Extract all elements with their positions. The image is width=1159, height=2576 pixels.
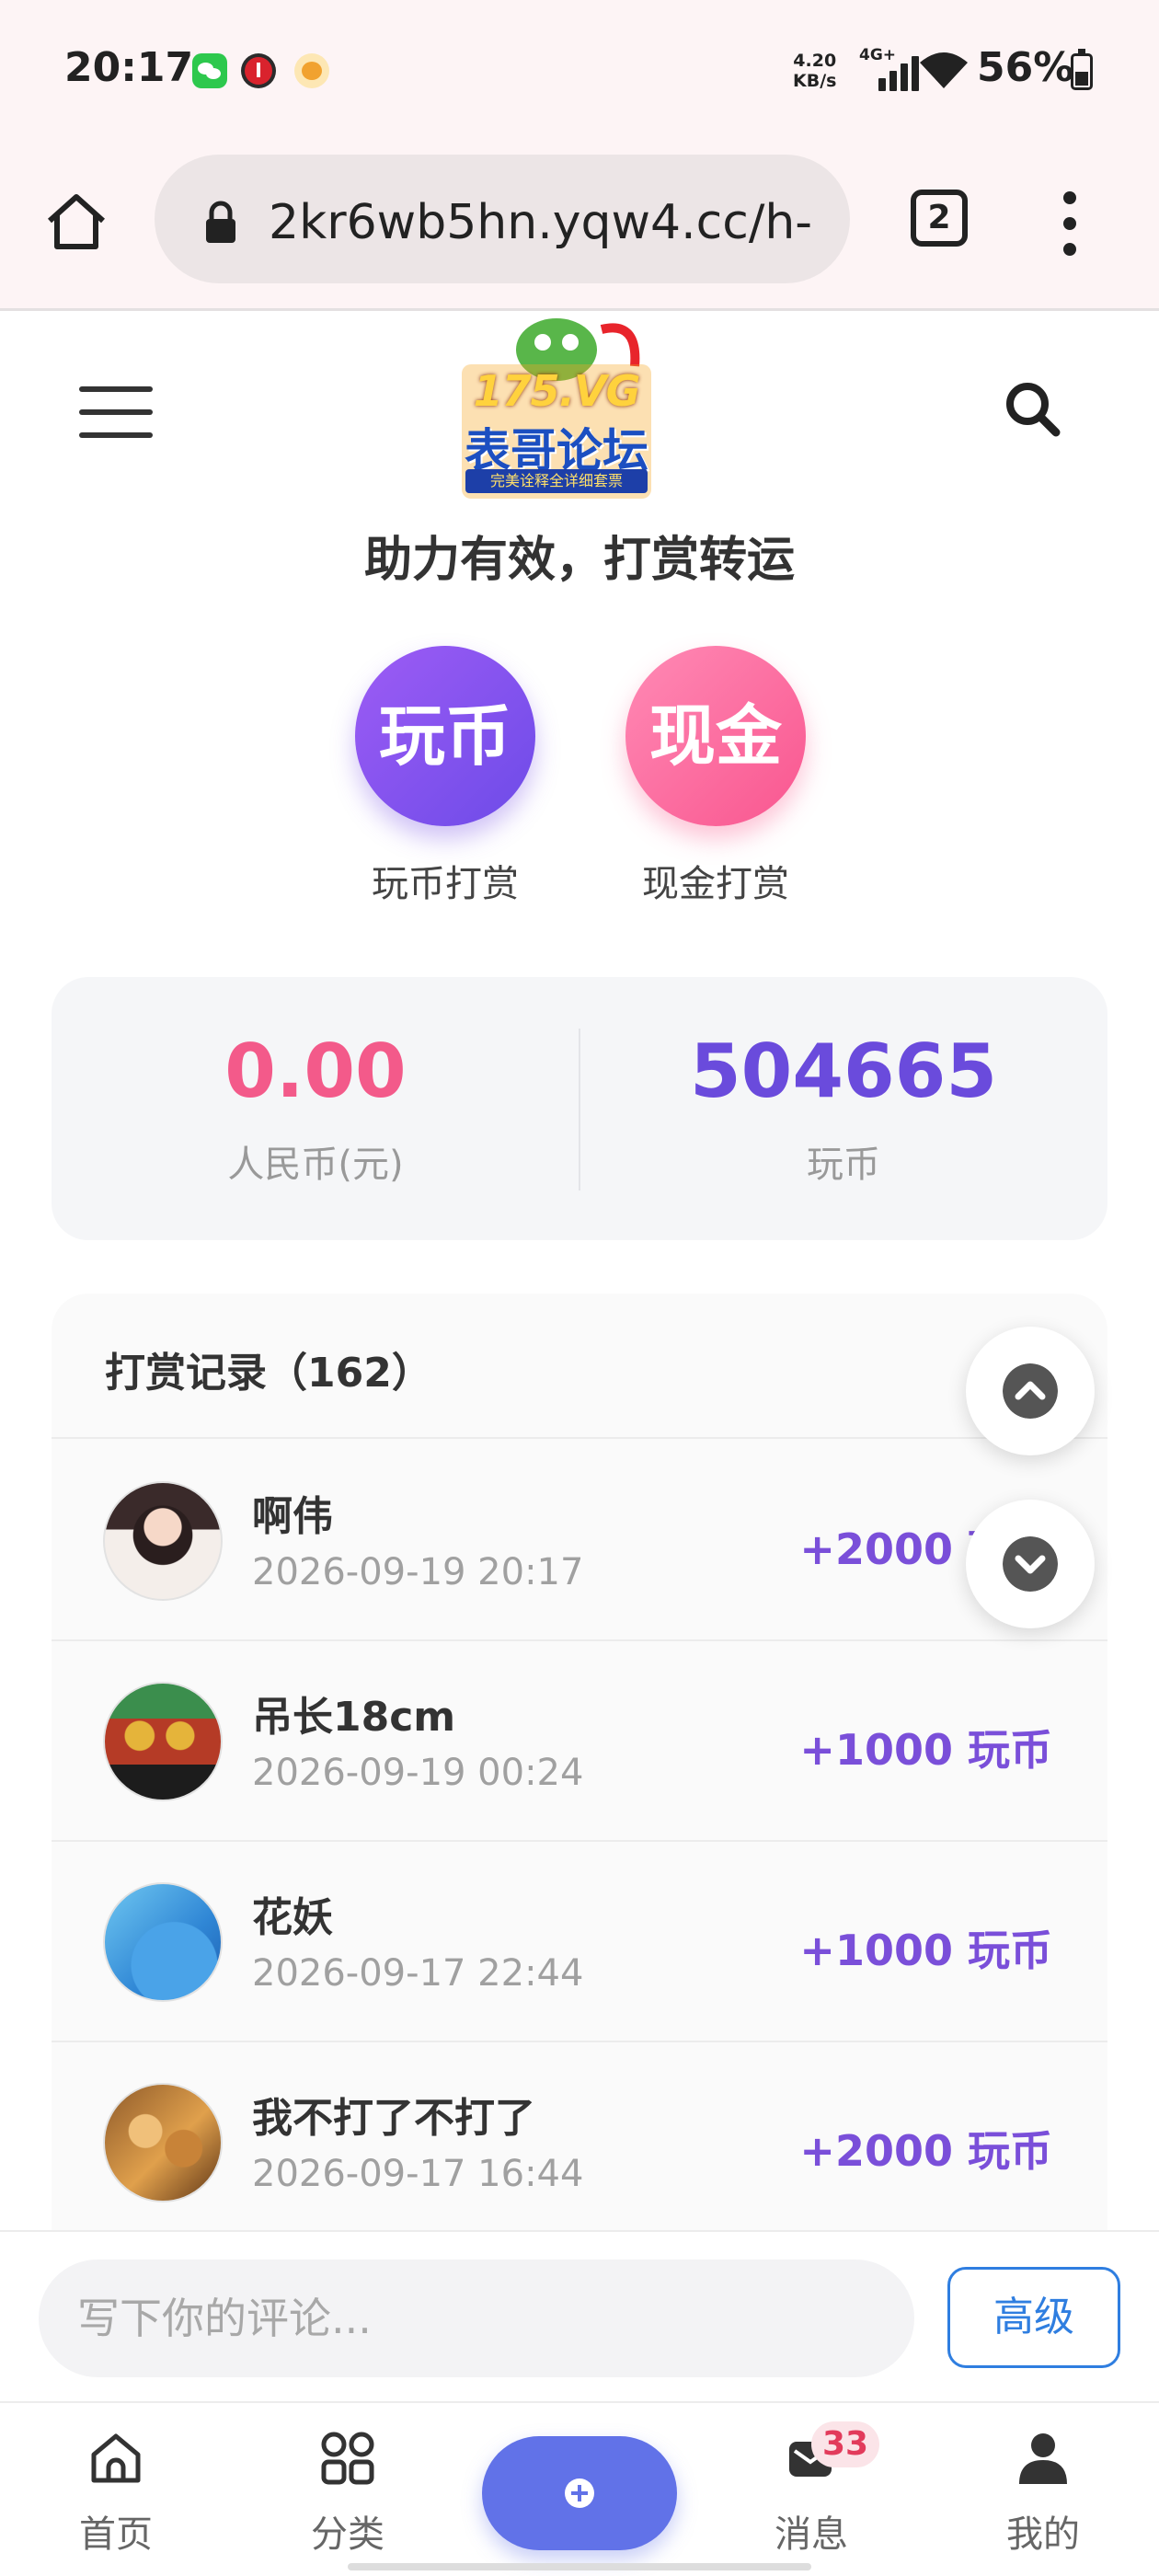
records-header: 打赏记录（162） — [52, 1294, 1107, 1439]
coin-balance-value: 504665 — [690, 1029, 997, 1114]
cash-reward-option[interactable]: 现金 现金打赏 — [624, 646, 808, 907]
lock-icon — [206, 201, 235, 243]
record-user-name: 吊长18cm — [252, 1694, 456, 1741]
red-app-icon — [241, 53, 276, 88]
comment-bar: 高级 — [0, 2230, 1159, 2401]
network-type: 4G+ — [859, 46, 897, 64]
site-logo[interactable]: 175.VG 表哥论坛 完美诠释全详细套票 — [454, 311, 659, 504]
avatar[interactable] — [103, 2083, 223, 2202]
nav-profile-label: 我的 — [1006, 2513, 1080, 2556]
gesture-bar — [348, 2563, 811, 2570]
browser-menu-icon[interactable] — [1050, 191, 1091, 256]
record-time: 2026-09-19 00:24 — [252, 1752, 584, 1794]
tab-switcher-button[interactable]: 2 — [911, 190, 968, 247]
cash-reward-label: 现金打赏 — [642, 863, 789, 905]
coin-reward-label: 玩币打赏 — [372, 863, 519, 905]
coin-reward-option[interactable]: 玩币 玩币打赏 — [353, 646, 537, 907]
battery-percent: 56% — [977, 44, 1074, 91]
cash-reward-button[interactable]: 现金 — [625, 646, 806, 826]
rmb-balance-label: 人民币(元) — [227, 1144, 404, 1186]
nav-profile[interactable]: 我的 — [951, 2403, 1135, 2576]
status-bar: 20:17 4.20 KB/s 4G+ 56% — [0, 0, 1159, 145]
network-speed-value: 4.20 — [793, 51, 837, 71]
record-time: 2026-09-17 16:44 — [252, 2153, 584, 2195]
battery-icon — [1071, 49, 1093, 90]
wechat-icon — [192, 53, 227, 88]
user-icon — [1019, 2433, 1067, 2484]
logo-title: 175.VG — [473, 366, 641, 416]
record-time: 2026-09-19 20:17 — [252, 1551, 584, 1593]
bottom-navigation: 首页 分类 消息 33 我的 — [0, 2401, 1159, 2576]
network-speed-unit: KB/s — [793, 71, 837, 91]
logo-tagline: 完美诠释全详细套票 — [465, 469, 648, 493]
nav-messages-label: 消息 — [775, 2513, 848, 2556]
address-bar[interactable]: 2kr6wb5hn.yqw4.cc/h- — [155, 155, 850, 283]
records-title: 打赏记录（162） — [105, 1350, 432, 1397]
nav-home-label: 首页 — [79, 2513, 153, 2556]
scroll-down-button[interactable] — [966, 1500, 1095, 1628]
nav-messages[interactable]: 消息 — [719, 2403, 903, 2576]
cat-app-icon — [294, 53, 329, 88]
coin-balance-label: 玩币 — [807, 1144, 880, 1186]
nav-category-label: 分类 — [311, 2513, 384, 2556]
page-slogan: 助力有效，打赏转运 — [363, 533, 795, 588]
messages-badge: 33 — [811, 2421, 879, 2467]
url-text[interactable]: 2kr6wb5hn.yqw4.cc/h- — [269, 195, 839, 250]
rmb-balance-value: 0.00 — [224, 1029, 407, 1114]
balance-card: 0.00 人民币(元) 504665 玩币 — [52, 977, 1107, 1240]
coin-reward-button[interactable]: 玩币 — [355, 646, 535, 826]
nav-home[interactable]: 首页 — [24, 2403, 208, 2576]
wifi-icon — [920, 52, 968, 88]
grid-icon — [321, 2432, 374, 2485]
comment-input[interactable] — [39, 2260, 914, 2377]
record-user-name: 花妖 — [252, 1894, 333, 1941]
record-amount: +1000 玩币 — [799, 1926, 1052, 1975]
post-button[interactable] — [482, 2436, 677, 2550]
record-amount: +1000 玩币 — [799, 1725, 1052, 1775]
search-icon[interactable] — [1003, 379, 1061, 438]
nav-category[interactable]: 分类 — [256, 2403, 440, 2576]
record-time: 2026-09-17 22:44 — [252, 1952, 584, 1995]
coin-balance: 504665 玩币 — [580, 1029, 1107, 1188]
avatar[interactable] — [103, 1682, 223, 1801]
status-time: 20:17 — [64, 44, 194, 91]
record-row[interactable]: 啊伟 2026-09-19 20:17 +2000 玩币 — [52, 1441, 1107, 1641]
chevron-down-icon — [1003, 1536, 1058, 1592]
network-speed: 4.20 KB/s — [793, 51, 836, 91]
avatar[interactable] — [103, 1882, 223, 2002]
record-row[interactable]: 我不打了不打了 2026-09-17 16:44 +2000 玩币 — [52, 2042, 1107, 2230]
scroll-up-button[interactable] — [966, 1327, 1095, 1455]
record-amount: +2000 玩币 — [799, 2126, 1052, 2176]
plus-icon — [565, 2478, 594, 2508]
home-icon[interactable] — [44, 190, 109, 254]
record-row[interactable]: 吊长18cm 2026-09-19 00:24 +1000 玩币 — [52, 1641, 1107, 1842]
chevron-up-icon — [1003, 1363, 1058, 1419]
hamburger-menu-icon[interactable] — [79, 386, 153, 438]
home-icon — [91, 2433, 141, 2483]
reward-records-panel: 打赏记录（162） 啊伟 2026-09-19 20:17 +2000 玩币 吊… — [52, 1294, 1107, 2230]
browser-toolbar: 2kr6wb5hn.yqw4.cc/h- 2 — [0, 145, 1159, 311]
record-row[interactable]: 花妖 2026-09-17 22:44 +1000 玩币 — [52, 1842, 1107, 2042]
rmb-balance: 0.00 人民币(元) — [52, 1029, 580, 1188]
record-user-name: 我不打了不打了 — [252, 2095, 535, 2142]
avatar[interactable] — [103, 1481, 223, 1601]
advanced-comment-button[interactable]: 高级 — [947, 2267, 1120, 2368]
record-user-name: 啊伟 — [252, 1493, 333, 1540]
